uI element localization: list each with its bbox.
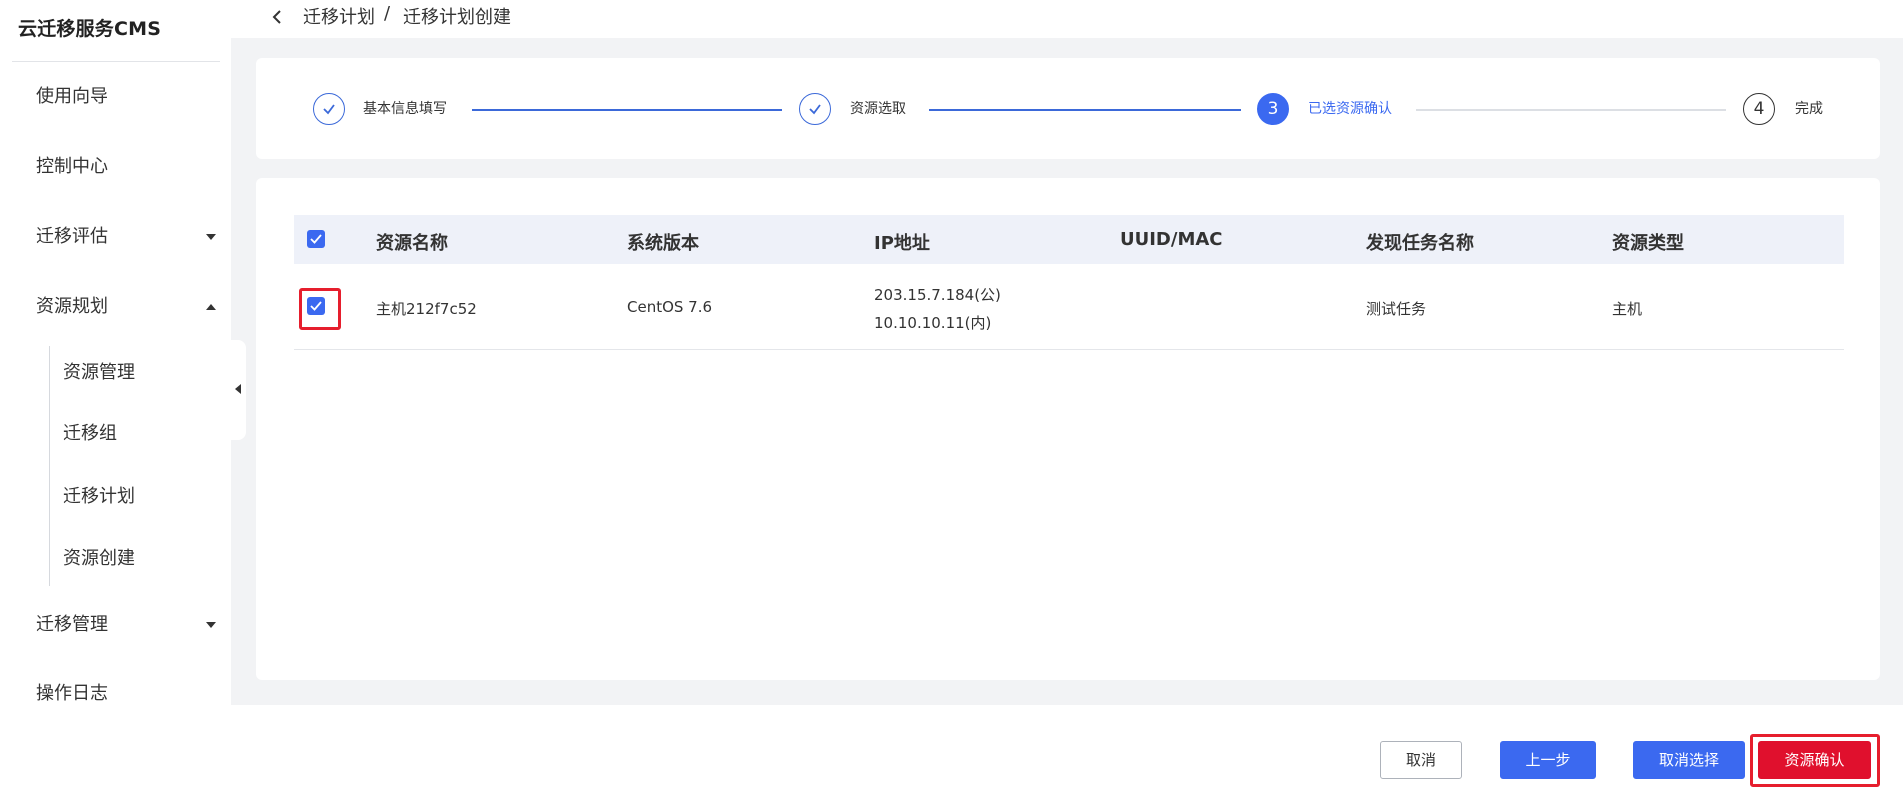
breadcrumb-current: 迁移计划创建 xyxy=(403,7,511,28)
sidebar-subitem-resource-create[interactable]: 资源创建 xyxy=(63,544,135,574)
sidebar-collapse-handle[interactable] xyxy=(231,340,246,440)
selected-resources-table: 资源名称 系统版本 IP地址 UUID/MAC 发现任务名称 资源类型 主机21… xyxy=(256,178,1880,680)
submenu-indicator-line xyxy=(49,346,50,586)
step-3-number: 3 xyxy=(1257,93,1289,125)
step-1-label: 基本信息填写 xyxy=(363,101,447,117)
brand-title: 云迁移服务CMS xyxy=(18,18,162,40)
step-2-check-icon xyxy=(799,93,831,125)
column-header-task: 发现任务名称 xyxy=(1366,233,1474,254)
collapse-left-icon xyxy=(235,384,241,394)
select-all-checkbox[interactable] xyxy=(307,230,325,248)
column-header-ip: IP地址 xyxy=(874,233,930,254)
cell-ip-private: 10.10.10.11(内) xyxy=(874,314,992,332)
cell-name: 主机212f7c52 xyxy=(376,300,477,318)
sidebar-item-label: 使用向导 xyxy=(36,86,108,107)
sidebar-item-console[interactable]: 控制中心 xyxy=(36,152,216,182)
breadcrumb-separator: / xyxy=(384,3,391,24)
breadcrumb-plan-link[interactable]: 迁移计划 xyxy=(303,3,375,29)
step-connector xyxy=(929,109,1241,111)
sidebar-subitem-resource-management[interactable]: 资源管理 xyxy=(63,358,135,388)
step-4-label: 完成 xyxy=(1795,101,1823,117)
sidebar-item-label: 控制中心 xyxy=(36,156,108,177)
sidebar: 云迁移服务CMS 使用向导 控制中心 迁移评估 资源规划 资源管理 迁移组 迁移… xyxy=(0,0,231,806)
column-header-name: 资源名称 xyxy=(376,233,448,254)
previous-step-button[interactable]: 上一步 xyxy=(1500,741,1596,779)
cell-type: 主机 xyxy=(1612,300,1643,318)
step-connector xyxy=(472,109,782,111)
chevron-up-icon xyxy=(206,304,216,310)
step-1-check-icon xyxy=(313,93,345,125)
deselect-button[interactable]: 取消选择 xyxy=(1633,741,1745,779)
row-checkbox[interactable] xyxy=(307,297,325,315)
step-connector xyxy=(1416,109,1726,111)
brand-divider xyxy=(12,61,220,62)
back-arrow-icon[interactable] xyxy=(269,8,287,26)
sidebar-subitem-migration-group[interactable]: 迁移组 xyxy=(63,419,117,449)
confirm-resources-button[interactable]: 资源确认 xyxy=(1758,741,1871,779)
sidebar-item-operation-log[interactable]: 操作日志 xyxy=(36,679,216,709)
column-header-os: 系统版本 xyxy=(627,233,699,254)
column-header-type: 资源类型 xyxy=(1612,233,1684,254)
column-header-uuid: UUID/MAC xyxy=(1120,229,1223,250)
steps-panel: 基本信息填写 资源选取 3 已选资源确认 4 完成 xyxy=(256,58,1880,159)
cell-ip-public: 203.15.7.184(公) xyxy=(874,286,1001,304)
app-root: 云迁移服务CMS 使用向导 控制中心 迁移评估 资源规划 资源管理 迁移组 迁移… xyxy=(0,0,1903,806)
action-bar: 取消 上一步 取消选择 资源确认 xyxy=(231,705,1903,806)
step-2-label: 资源选取 xyxy=(850,101,906,117)
table-row[interactable]: 主机212f7c52 CentOS 7.6 203.15.7.184(公) 10… xyxy=(294,264,1844,350)
step-3-label: 已选资源确认 xyxy=(1308,101,1392,117)
chevron-down-icon xyxy=(206,234,216,240)
sidebar-item-guide[interactable]: 使用向导 xyxy=(36,82,216,112)
sidebar-subitem-migration-plan[interactable]: 迁移计划 xyxy=(63,482,135,512)
sidebar-item-label: 操作日志 xyxy=(36,683,108,704)
cell-task: 测试任务 xyxy=(1366,300,1427,318)
step-4-number: 4 xyxy=(1743,93,1775,125)
cell-os: CentOS 7.6 xyxy=(627,298,713,316)
sidebar-item-migration-management[interactable]: 迁移管理 xyxy=(36,610,216,640)
sidebar-item-label: 迁移评估 xyxy=(36,226,108,247)
sidebar-item-planning[interactable]: 资源规划 xyxy=(36,292,216,322)
sidebar-item-label: 迁移管理 xyxy=(36,614,108,635)
sidebar-item-assessment[interactable]: 迁移评估 xyxy=(36,222,216,252)
cancel-button[interactable]: 取消 xyxy=(1380,741,1462,779)
chevron-down-icon xyxy=(206,622,216,628)
table-header: 资源名称 系统版本 IP地址 UUID/MAC 发现任务名称 资源类型 xyxy=(294,215,1844,264)
breadcrumb: 迁移计划 / 迁移计划创建 xyxy=(231,0,1903,38)
sidebar-item-label: 资源规划 xyxy=(36,296,108,317)
